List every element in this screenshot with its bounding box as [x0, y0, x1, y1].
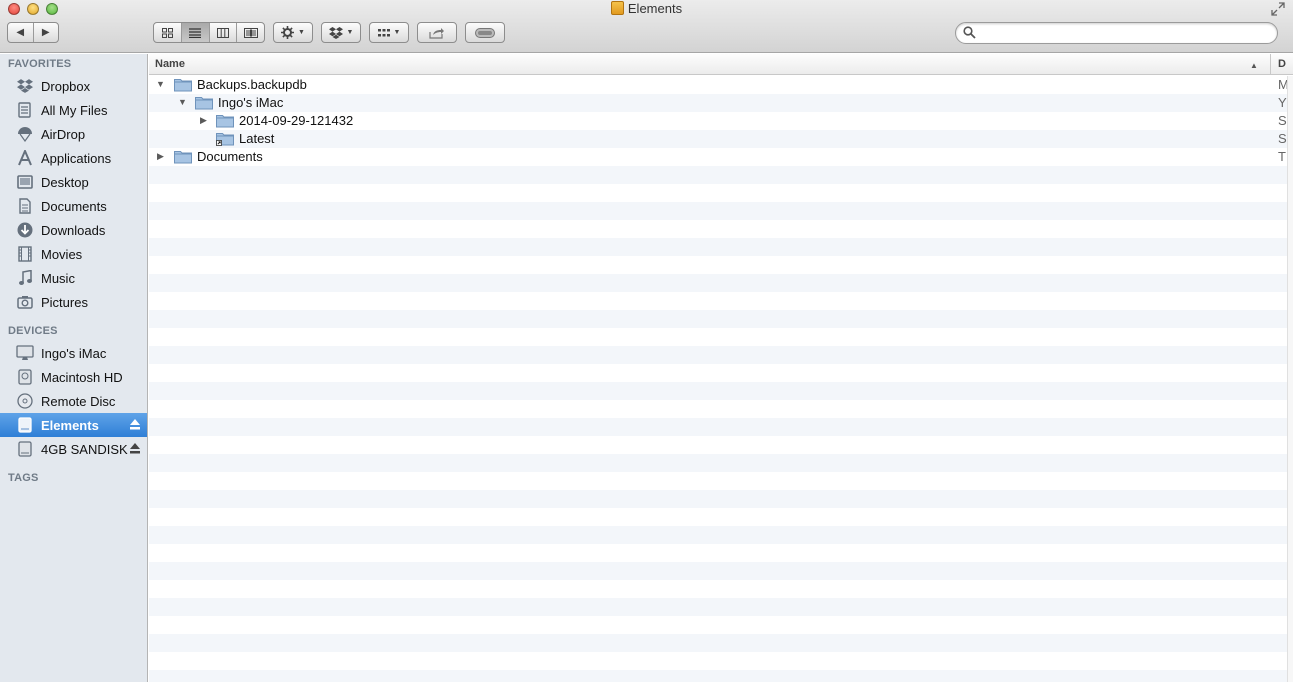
column-header-row: Name ▲ D — [149, 54, 1293, 75]
devices-header: DEVICES — [8, 325, 58, 337]
list-view-icon — [189, 27, 202, 38]
sidebar-item-applications[interactable]: Applications — [0, 146, 147, 170]
toolbar: Elements ◀ ▶ ▼ ▼ ▼ — [0, 0, 1293, 53]
sidebar-item-desktop[interactable]: Desktop — [0, 170, 147, 194]
back-forward-control: ◀ ▶ — [7, 22, 59, 43]
imac-icon — [16, 344, 34, 362]
chevron-down-icon: ▼ — [393, 29, 401, 36]
favorites-header: FAVORITES — [8, 58, 72, 70]
eject-icon[interactable] — [129, 418, 141, 431]
sidebar-item-movies[interactable]: Movies — [0, 242, 147, 266]
vertical-scrollbar[interactable] — [1287, 76, 1293, 682]
sidebar-item-airdrop[interactable]: AirDrop — [0, 122, 147, 146]
icon-view-button[interactable] — [154, 23, 182, 42]
downloads-icon — [16, 221, 34, 239]
sidebar-item-downloads[interactable]: Downloads — [0, 218, 147, 242]
fullscreen-icon[interactable] — [1271, 2, 1285, 16]
sidebar-item-macintosh-hd[interactable]: Macintosh HD — [0, 365, 147, 389]
sidebar-item-4gb-sandisk[interactable]: 4GB SANDISK — [0, 437, 147, 461]
external-drive-icon — [610, 1, 624, 15]
documents-icon — [16, 197, 34, 215]
search-icon — [963, 26, 976, 39]
disclosure-collapsed-icon[interactable]: ▶ — [200, 115, 210, 125]
arrange-menu-button[interactable]: ▼ — [369, 22, 409, 43]
sidebar-item-ingos-imac[interactable]: Ingo's iMac — [0, 341, 147, 365]
table-row[interactable]: ▶ 2014-09-29-121432 S — [149, 112, 1287, 130]
hard-drive-icon — [16, 368, 34, 386]
airdrop-icon — [16, 125, 34, 143]
music-icon — [16, 269, 34, 287]
cover-flow-icon — [243, 27, 258, 38]
column-divider[interactable] — [1270, 54, 1271, 75]
sidebar-item-remote-disc[interactable]: Remote Disc — [0, 389, 147, 413]
list-view-button[interactable] — [181, 23, 210, 42]
sidebar-item-pictures[interactable]: Pictures — [0, 290, 147, 314]
folder-icon — [216, 115, 234, 128]
tags-header: TAGS — [8, 472, 39, 484]
window-title: Elements — [0, 1, 1293, 16]
sidebar-item-all-my-files[interactable]: All My Files — [0, 98, 147, 122]
column-view-button[interactable] — [210, 23, 238, 42]
table-row[interactable]: ▼ Backups.backupdb M — [149, 76, 1289, 94]
icon-view-icon — [161, 27, 173, 38]
remote-disc-icon — [16, 392, 34, 410]
dropbox-icon — [16, 77, 34, 95]
disclosure-expanded-icon[interactable]: ▼ — [178, 97, 188, 107]
movies-icon — [16, 245, 34, 263]
sidebar-item-dropbox[interactable]: Dropbox — [0, 74, 147, 98]
chevron-down-icon: ▼ — [298, 29, 305, 36]
sidebar: FAVORITES Dropbox All My Files AirDrop A… — [0, 54, 148, 682]
table-row[interactable]: ▼ Ingo's iMac Y — [149, 94, 1287, 112]
folder-icon — [174, 79, 192, 92]
table-row[interactable]: Latest S — [149, 130, 1287, 148]
folder-icon — [174, 151, 192, 164]
forward-button[interactable]: ▶ — [34, 23, 59, 42]
action-menu-button[interactable]: ▼ — [273, 22, 313, 43]
folder-alias-icon — [216, 133, 234, 146]
tag-icon — [475, 27, 495, 38]
search-input[interactable] — [980, 25, 1270, 41]
tags-button[interactable] — [465, 22, 505, 43]
chevron-down-icon: ▼ — [346, 29, 354, 36]
pictures-icon — [16, 293, 34, 311]
cover-flow-view-button[interactable] — [237, 23, 264, 42]
share-icon — [429, 27, 444, 39]
external-drive-icon — [16, 416, 34, 434]
dropbox-icon — [328, 26, 343, 39]
disclosure-expanded-icon[interactable]: ▼ — [156, 79, 166, 89]
all-files-icon — [16, 101, 34, 119]
applications-icon — [16, 149, 34, 167]
search-field[interactable] — [955, 22, 1278, 44]
eject-icon[interactable] — [129, 442, 141, 455]
dropbox-menu-button[interactable]: ▼ — [321, 22, 361, 43]
back-button[interactable]: ◀ — [8, 23, 34, 42]
file-list: Name ▲ D ▼ Backups.backupdb M ▼ Ingo's i… — [149, 54, 1293, 682]
share-button[interactable] — [417, 22, 457, 43]
external-drive-icon — [16, 440, 34, 458]
arrange-icon — [377, 28, 390, 36]
table-row[interactable]: ▶ Documents T — [149, 148, 1287, 166]
desktop-icon — [16, 173, 34, 191]
sidebar-item-documents[interactable]: Documents — [0, 194, 147, 218]
sidebar-item-elements[interactable]: Elements — [0, 413, 147, 437]
gear-icon — [281, 26, 295, 39]
column-header-name[interactable]: Name — [155, 58, 185, 70]
file-rows: ▼ Backups.backupdb M ▼ Ingo's iMac Y ▶ 2… — [149, 76, 1289, 682]
column-header-date[interactable]: D — [1278, 58, 1286, 70]
finder-window: Elements ◀ ▶ ▼ ▼ ▼ FAVORITES Dropbox All… — [0, 0, 1293, 682]
column-view-icon — [216, 27, 229, 38]
view-mode-control — [153, 22, 265, 43]
disclosure-collapsed-icon[interactable]: ▶ — [157, 151, 167, 161]
sort-ascending-icon: ▲ — [1250, 61, 1258, 70]
folder-icon — [195, 97, 213, 110]
sidebar-item-music[interactable]: Music — [0, 266, 147, 290]
